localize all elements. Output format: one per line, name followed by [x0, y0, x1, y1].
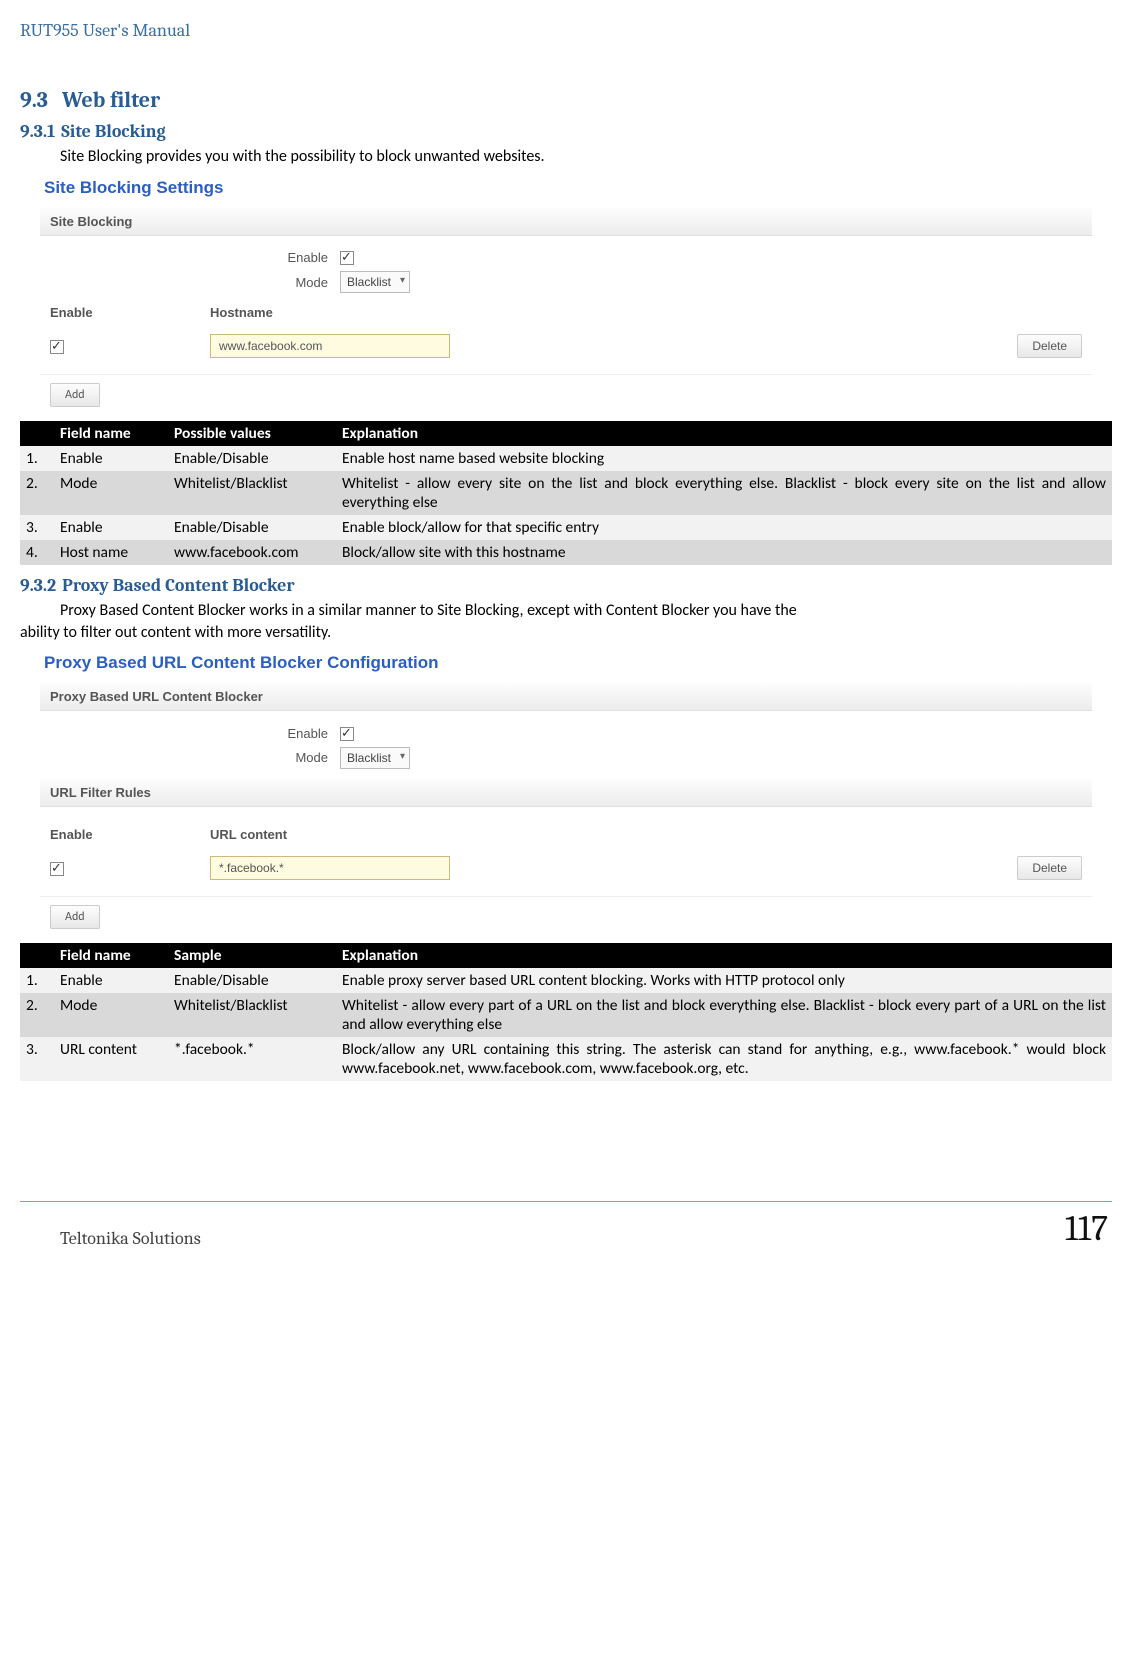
cell-num: 2. [20, 993, 54, 1037]
cell-num: 3. [20, 1037, 54, 1081]
mode-select[interactable]: Blacklist [340, 747, 410, 769]
th-fieldname: Field name [54, 943, 168, 968]
cell-exp: Whitelist - allow every part of a URL on… [336, 993, 1112, 1037]
page-footer: Teltonika Solutions 117 [20, 1201, 1112, 1249]
cell-val: Whitelist/Blacklist [168, 993, 336, 1037]
table-row: 3. URL content *.facebook.* Block/allow … [20, 1037, 1112, 1081]
th-fieldname: Field name [54, 421, 168, 446]
table-row: 2. Mode Whitelist/Blacklist Whitelist - … [20, 993, 1112, 1037]
site-blocking-table: Field name Possible values Explanation 1… [20, 421, 1112, 565]
cell-val: Enable/Disable [168, 968, 336, 993]
tab-proxy-blocker[interactable]: Proxy Based URL Content Blocker [40, 683, 1092, 711]
table-row: 3. Enable Enable/Disable Enable block/al… [20, 515, 1112, 540]
proxy-intro-line1: Proxy Based Content Blocker works in a s… [60, 600, 1112, 622]
cell-num: 2. [20, 471, 54, 515]
enable-label: Enable [40, 250, 340, 265]
enable-label: Enable [40, 726, 340, 741]
cell-field: Mode [54, 471, 168, 515]
footer-company: Teltonika Solutions [60, 1228, 201, 1249]
subsection-number: 9.3.1 [20, 121, 55, 142]
subsection-number: 9.3.2 [20, 575, 56, 596]
subsection-heading-proxy-blocker: 9.3.2 Proxy Based Content Blocker [20, 575, 1112, 596]
delete-button[interactable]: Delete [1017, 856, 1082, 880]
th-explanation: Explanation [336, 421, 1112, 446]
cell-exp: Block/allow site with this hostname [336, 540, 1112, 565]
url-content-input[interactable]: *.facebook.* [210, 856, 450, 880]
mode-label: Mode [40, 275, 340, 290]
th-possible-values: Possible values [168, 421, 336, 446]
mode-label: Mode [40, 750, 340, 765]
mode-select[interactable]: Blacklist [340, 271, 410, 293]
cell-val: Whitelist/Blacklist [168, 471, 336, 515]
cell-field: Mode [54, 993, 168, 1037]
entry-enable-checkbox[interactable] [50, 862, 64, 876]
proxy-blocker-screenshot: Proxy Based URL Content Blocker Configur… [40, 653, 1092, 937]
cell-exp: Enable proxy server based URL content bl… [336, 968, 1112, 993]
cell-val: www.facebook.com [168, 540, 336, 565]
th-blank [20, 421, 54, 446]
section-heading-web-filter: 9.3 Web filter [20, 87, 1112, 113]
cell-field: Enable [54, 446, 168, 471]
column-enable: Enable [50, 305, 210, 320]
entry-enable-checkbox[interactable] [50, 340, 64, 354]
cell-field: Enable [54, 968, 168, 993]
proxy-blocker-table: Field name Sample Explanation 1. Enable … [20, 943, 1112, 1081]
panel-title: Proxy Based URL Content Blocker Configur… [44, 653, 1092, 673]
panel-title: Site Blocking Settings [44, 178, 1092, 198]
site-blocking-intro: Site Blocking provides you with the poss… [60, 146, 1112, 168]
site-blocking-screenshot: Site Blocking Settings Site Blocking Ena… [40, 178, 1092, 416]
enable-checkbox[interactable] [340, 251, 354, 265]
cell-val: Enable/Disable [168, 515, 336, 540]
hostname-input[interactable]: www.facebook.com [210, 334, 450, 358]
section-number: 9.3 [20, 87, 48, 113]
page-number: 117 [1065, 1208, 1108, 1249]
url-filter-rules-bar: URL Filter Rules [40, 779, 1092, 807]
cell-val: Enable/Disable [168, 446, 336, 471]
th-blank [20, 943, 54, 968]
cell-field: Enable [54, 515, 168, 540]
add-button[interactable]: Add [50, 905, 100, 929]
cell-field: Host name [54, 540, 168, 565]
section-title: Web filter [62, 87, 160, 113]
cell-field: URL content [54, 1037, 168, 1081]
tab-site-blocking[interactable]: Site Blocking [40, 208, 1092, 236]
subsection-heading-site-blocking: 9.3.1 Site Blocking [20, 121, 1112, 142]
table-row: 1. Enable Enable/Disable Enable proxy se… [20, 968, 1112, 993]
cell-exp: Enable host name based website blocking [336, 446, 1112, 471]
add-button[interactable]: Add [50, 383, 100, 407]
table-row: 4. Host name www.facebook.com Block/allo… [20, 540, 1112, 565]
cell-num: 3. [20, 515, 54, 540]
cell-exp: Enable block/allow for that specific ent… [336, 515, 1112, 540]
cell-exp: Block/allow any URL containing this stri… [336, 1037, 1112, 1081]
th-explanation: Explanation [336, 943, 1112, 968]
proxy-intro-line2: ability to filter out content with more … [20, 622, 1112, 644]
enable-checkbox[interactable] [340, 727, 354, 741]
document-header: RUT955 User's Manual [20, 20, 1112, 47]
cell-exp: Whitelist - allow every site on the list… [336, 471, 1112, 515]
cell-num: 4. [20, 540, 54, 565]
cell-num: 1. [20, 446, 54, 471]
cell-val: *.facebook.* [168, 1037, 336, 1081]
column-url-content: URL content [210, 827, 1082, 842]
column-enable: Enable [50, 827, 210, 842]
table-row: 2. Mode Whitelist/Blacklist Whitelist - … [20, 471, 1112, 515]
th-sample: Sample [168, 943, 336, 968]
delete-button[interactable]: Delete [1017, 334, 1082, 358]
cell-num: 1. [20, 968, 54, 993]
subsection-title: Site Blocking [61, 121, 165, 142]
subsection-title: Proxy Based Content Blocker [62, 575, 294, 596]
table-row: 1. Enable Enable/Disable Enable host nam… [20, 446, 1112, 471]
column-hostname: Hostname [210, 305, 1082, 320]
